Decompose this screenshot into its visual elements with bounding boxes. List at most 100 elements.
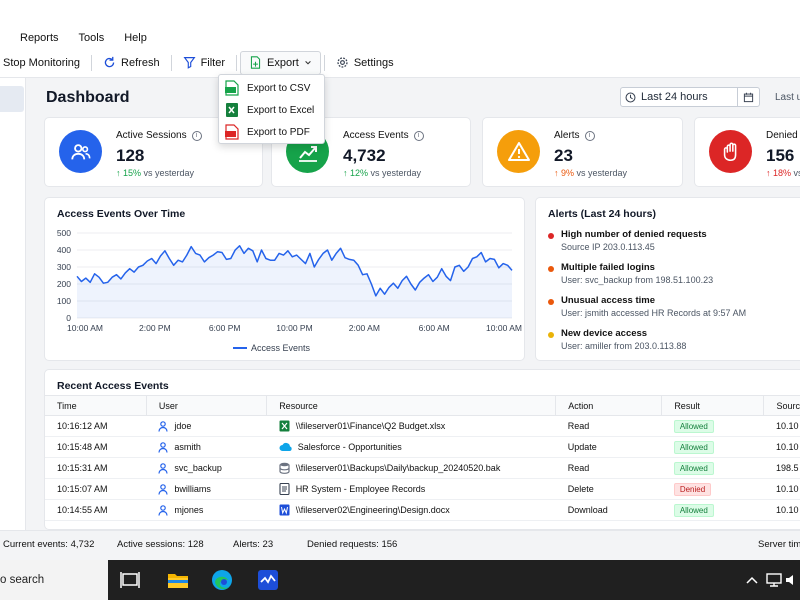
column-header-user[interactable]: User bbox=[145, 395, 267, 416]
status-current-events: Current events: 4,732 bbox=[3, 539, 95, 550]
cell-action: Update bbox=[555, 436, 662, 458]
table-row[interactable]: 10:15:31 AM svc_backup \\fileserver01\Back… bbox=[45, 457, 800, 479]
alert-detail: Source IP 203.0.113.45 bbox=[561, 242, 655, 252]
stop-monitoring-button[interactable]: Stop Monitoring bbox=[0, 51, 88, 75]
column-header-source[interactable]: Sourc bbox=[763, 395, 800, 416]
user-icon bbox=[158, 504, 169, 516]
menu-help[interactable]: Help bbox=[124, 32, 147, 44]
status-alerts: Alerts: 23 bbox=[233, 539, 274, 550]
info-icon[interactable]: i bbox=[584, 130, 595, 141]
info-icon[interactable]: i bbox=[413, 130, 424, 141]
status-badge: Allowed bbox=[673, 440, 714, 454]
y-tick-label: 0 bbox=[66, 313, 71, 323]
status-badge: Denied bbox=[673, 482, 712, 496]
users-icon bbox=[59, 130, 102, 173]
date-range-value: Last 24 hours bbox=[641, 91, 708, 103]
last-updated-text: Last up bbox=[775, 92, 800, 103]
toolbar-divider bbox=[170, 54, 172, 71]
filter-button[interactable]: Filter bbox=[175, 51, 233, 75]
refresh-icon bbox=[104, 56, 115, 68]
table-row[interactable]: 10:16:12 AM jdoe \\fileserver01\Finance\Q2… bbox=[45, 415, 800, 437]
cell-resource: Salesforce - Opportunities bbox=[297, 442, 402, 452]
taskbar-search-placeholder: o search bbox=[0, 574, 45, 586]
cell-action: Read bbox=[555, 415, 662, 437]
card-change: ↑ 12% bbox=[343, 168, 369, 178]
alert-title: Unusual access time bbox=[561, 295, 655, 306]
task-view-icon[interactable] bbox=[118, 568, 142, 592]
column-header-time[interactable]: Time bbox=[45, 395, 147, 416]
card-value: 4,732 bbox=[343, 146, 386, 165]
events-table: Time User Resource Action Result Sourc 1… bbox=[45, 395, 800, 521]
pdf-file-icon bbox=[225, 124, 239, 140]
table-row[interactable]: 10:14:55 AM mjones \\fileserver02\Engineer… bbox=[45, 499, 800, 521]
alert-severity-dot bbox=[548, 332, 554, 338]
calendar-button[interactable] bbox=[737, 88, 759, 106]
date-range-picker[interactable]: Last 24 hours bbox=[620, 87, 760, 107]
table-row[interactable]: 10:15:07 AM bwilliams HR System - Employee… bbox=[45, 478, 800, 500]
x-tick-label: 6:00 AM bbox=[419, 323, 450, 333]
export-csv-menu-item[interactable]: Export to CSV bbox=[219, 77, 324, 99]
column-header-resource[interactable]: Resource bbox=[266, 395, 556, 416]
column-header-result[interactable]: Result bbox=[661, 395, 764, 416]
table-row[interactable]: 10:15:48 AM asmith Salesforce - Opportunit… bbox=[45, 436, 800, 458]
export-label: Export bbox=[267, 56, 299, 69]
x-tick-label: 2:00 AM bbox=[349, 323, 380, 333]
y-tick-label: 200 bbox=[57, 279, 71, 289]
card-change: ↑ 18% bbox=[766, 168, 792, 178]
column-header-action[interactable]: Action bbox=[555, 395, 662, 416]
export-excel-menu-item[interactable]: Export to Excel bbox=[219, 99, 324, 121]
cell-action: Read bbox=[555, 457, 662, 479]
export-button[interactable]: Export bbox=[240, 50, 321, 75]
cell-user: svc_backup bbox=[174, 463, 222, 473]
chevron-up-icon[interactable] bbox=[740, 568, 764, 592]
x-tick-label: 2:00 PM bbox=[139, 323, 171, 333]
refresh-button[interactable]: Refresh bbox=[95, 51, 168, 75]
monitoring-app-icon[interactable] bbox=[256, 568, 280, 592]
status-active-sessions: Active sessions: 128 bbox=[117, 539, 204, 550]
stop-monitoring-label: Stop Monitoring bbox=[3, 56, 81, 69]
alert-severity-dot bbox=[548, 233, 554, 239]
csv-file-icon bbox=[225, 80, 239, 96]
card-value: 156 bbox=[766, 146, 795, 165]
alert-title: High number of denied requests bbox=[561, 229, 707, 240]
card-compare: vs yesterday bbox=[370, 168, 422, 178]
export-pdf-menu-item[interactable]: Export to PDF bbox=[219, 121, 324, 143]
user-icon bbox=[158, 483, 169, 495]
cell-user: mjones bbox=[174, 505, 204, 515]
info-icon[interactable]: i bbox=[191, 130, 202, 141]
alert-severity-dot bbox=[548, 299, 554, 305]
status-badge: Allowed bbox=[673, 461, 714, 475]
edge-browser-icon[interactable] bbox=[210, 568, 234, 592]
cell-action: Download bbox=[555, 499, 662, 521]
calendar-icon bbox=[743, 92, 754, 102]
file-explorer-icon[interactable] bbox=[166, 568, 190, 592]
status-badge: Allowed bbox=[673, 419, 714, 433]
alert-severity-dot bbox=[548, 266, 554, 272]
menu-tools[interactable]: Tools bbox=[79, 32, 105, 44]
sidebar-item-dashboard[interactable] bbox=[0, 86, 24, 112]
taskbar-search-box[interactable]: o search bbox=[0, 560, 108, 600]
refresh-label: Refresh bbox=[121, 56, 160, 69]
cell-resource: \\fileserver01\Backups\Daily\backup_2024… bbox=[295, 463, 501, 473]
hand-stop-icon bbox=[709, 130, 752, 173]
export-excel-label: Export to Excel bbox=[247, 104, 315, 116]
filter-label: Filter bbox=[200, 56, 226, 69]
settings-button[interactable]: Settings bbox=[328, 51, 402, 75]
database-icon bbox=[279, 462, 290, 474]
volume-icon[interactable] bbox=[783, 568, 800, 592]
menu-reports[interactable]: Reports bbox=[20, 32, 59, 44]
export-csv-label: Export to CSV bbox=[247, 82, 311, 94]
chevron-down-icon bbox=[305, 60, 311, 65]
export-pdf-label: Export to PDF bbox=[247, 126, 310, 138]
cell-time: 10:15:48 AM bbox=[45, 436, 147, 458]
card-label: Denied R bbox=[766, 130, 800, 141]
cell-user: asmith bbox=[174, 442, 201, 452]
card-compare: vs yesterday bbox=[143, 168, 195, 178]
table-header-row: Time User Resource Action Result Sourc bbox=[45, 395, 800, 416]
access-events-chart-panel: Access Events Over Time 0 100 200 300 400 500… bbox=[44, 197, 525, 361]
cell-source: 10.10 bbox=[763, 478, 800, 500]
cell-action: Delete bbox=[555, 478, 662, 500]
card-change: ↑ 9% bbox=[554, 168, 575, 178]
toolbar-divider bbox=[236, 54, 238, 71]
settings-label: Settings bbox=[353, 56, 394, 69]
